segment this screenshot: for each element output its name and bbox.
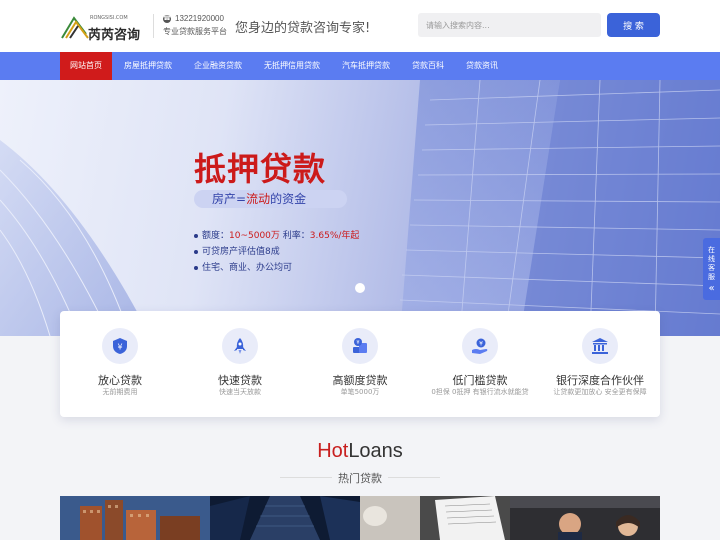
nav-item-loan-news[interactable]: 贷款资讯	[458, 52, 506, 80]
hot-loans-divider-right	[388, 477, 440, 478]
city-night-photo	[210, 496, 360, 540]
bullet-amount-label: 额度：	[202, 231, 230, 241]
bullet-amount-value: 10~5000万	[229, 231, 280, 241]
hot-loans-title-rest: Loans	[348, 440, 403, 462]
banner-bullet-amount: 额度：10~5000万 利率：3.65%/年起	[194, 228, 359, 241]
nav-item-car-mortgage[interactable]: 汽车抵押贷款	[334, 52, 398, 80]
online-service-label: 在线客服	[708, 246, 715, 281]
header-subtitle: 专业贷款服务平台	[163, 27, 227, 36]
phone-number: 13221920000	[175, 14, 224, 23]
nav-item-house-mortgage[interactable]: 房屋抵押贷款	[115, 52, 181, 80]
bank-icon	[592, 338, 608, 354]
header-slogan: 您身边的贷款咨询专家!	[235, 21, 371, 36]
search-input[interactable]	[418, 13, 601, 37]
hot-loans-gallery	[60, 496, 660, 540]
feature-title: 放心贷款	[98, 374, 142, 387]
logo-roof-icon	[61, 16, 89, 39]
business-people-photo	[510, 496, 660, 540]
hot-loans-subtitle: 热门贷款	[338, 472, 382, 485]
feature-title: 快速贷款	[218, 374, 262, 387]
nav-item-home[interactable]: 网站首页	[60, 52, 112, 80]
hand-money-icon: ¥	[472, 338, 488, 354]
loan-card-image[interactable]	[360, 496, 510, 540]
feature-icon-bg: ¥	[102, 328, 138, 364]
phone-icon: ☎	[163, 15, 171, 23]
feature-desc: 让贷款更加放心 安全更有保障	[553, 388, 647, 396]
double-chevron-left-icon: «	[708, 283, 715, 294]
svg-text:¥: ¥	[117, 343, 122, 352]
nav-item-credit-loan[interactable]: 无抵押信用贷款	[256, 52, 328, 80]
online-service-float[interactable]: 在线客服 «	[703, 238, 720, 300]
hot-loans-title-hot: Hot	[317, 440, 349, 462]
loan-card-image[interactable]	[60, 496, 210, 540]
banner-bullet-valuation: 可贷房产评估值8成	[194, 244, 280, 257]
feature-icon-bg: ¥	[342, 328, 378, 364]
header: RONGSISI.COM 芮芮咨询 ☎ 13221920000 专业贷款服务平台…	[0, 0, 720, 52]
feature-desc: 无前期费用	[102, 388, 138, 396]
banner-buildings-image	[0, 80, 720, 336]
banner-tagline-highlight: 流动	[246, 192, 271, 206]
banner-bullet-property-types: 住宅、商业、办公均可	[194, 260, 292, 273]
loan-card-image[interactable]	[510, 496, 660, 540]
shield-yen-icon: ¥	[113, 338, 127, 354]
feature-icon-bg	[222, 328, 258, 364]
bullet-valuation-text: 可贷房产评估值8成	[202, 247, 280, 257]
buildings-photo	[60, 496, 210, 540]
feature-item[interactable]: ¥ 放心贷款 无前期费用	[60, 311, 180, 417]
logo[interactable]: RONGSISI.COM 芮芮咨询	[60, 12, 144, 43]
loan-card-image[interactable]	[210, 496, 360, 540]
feature-title: 银行深度合作伙伴	[556, 374, 644, 387]
features-panel: ¥ 放心贷款 无前期费用 快速贷款 快速当天放款 ¥ 高额度贷款 单笔5000万…	[60, 311, 660, 417]
bullet-dot	[194, 265, 198, 270]
header-divider	[153, 14, 154, 38]
bullet-dot	[194, 249, 198, 254]
coins-icon: ¥	[353, 338, 367, 353]
nav-item-loan-wiki[interactable]: 贷款百科	[404, 52, 452, 80]
feature-desc: 单笔5000万	[340, 388, 380, 396]
feature-desc: 快速当天放款	[219, 388, 261, 396]
hero-banner[interactable]: 抵押贷款 房产=流动的资金 额度：10~5000万 利率：3.65%/年起 可贷…	[0, 80, 720, 336]
bullet-rate-value: 3.65%/年起	[309, 231, 360, 241]
rocket-icon	[234, 338, 246, 354]
hot-loans-title: HotLoans	[0, 440, 720, 463]
logo-domain: RONGSISI.COM	[90, 15, 128, 21]
banner-tagline-prefix: 房产=	[212, 192, 247, 206]
feature-title: 低门槛贷款	[452, 374, 508, 387]
bullet-dot	[194, 233, 198, 238]
bullet-property-text: 住宅、商业、办公均可	[202, 263, 293, 273]
carousel-dot[interactable]	[355, 283, 365, 293]
search-button[interactable]: 搜 索	[607, 13, 660, 37]
svg-text:¥: ¥	[356, 340, 359, 346]
bullet-rate-label: 利率：	[279, 231, 310, 241]
main-nav: 网站首页 房屋抵押贷款 企业融资贷款 无抵押信用贷款 汽车抵押贷款 贷款百科 贷…	[0, 52, 720, 80]
svg-text:¥: ¥	[479, 341, 483, 348]
feature-desc: 0担保 0抵押 有银行流水就能贷	[431, 388, 529, 396]
feature-item[interactable]: ¥ 高额度贷款 单笔5000万	[300, 311, 420, 417]
feature-title: 高额度贷款	[332, 374, 388, 387]
nav-item-enterprise-loan[interactable]: 企业融资贷款	[186, 52, 250, 80]
page: RONGSISI.COM 芮芮咨询 ☎ 13221920000 专业贷款服务平台…	[0, 0, 720, 540]
feature-icon-bg: ¥	[462, 328, 498, 364]
feature-item[interactable]: ¥ 低门槛贷款 0担保 0抵押 有银行流水就能贷	[420, 311, 540, 417]
feature-item[interactable]: 快速贷款 快速当天放款	[180, 311, 300, 417]
banner-title: 抵押贷款	[194, 150, 327, 188]
logo-name: 芮芮咨询	[88, 28, 141, 43]
desk-documents-photo	[360, 496, 510, 540]
feature-icon-bg	[582, 328, 618, 364]
feature-item[interactable]: 银行深度合作伙伴 让贷款更加放心 安全更有保障	[540, 311, 660, 417]
banner-tagline-suffix: 的资金	[270, 192, 307, 206]
banner-tagline: 房产=流动的资金	[194, 190, 347, 208]
